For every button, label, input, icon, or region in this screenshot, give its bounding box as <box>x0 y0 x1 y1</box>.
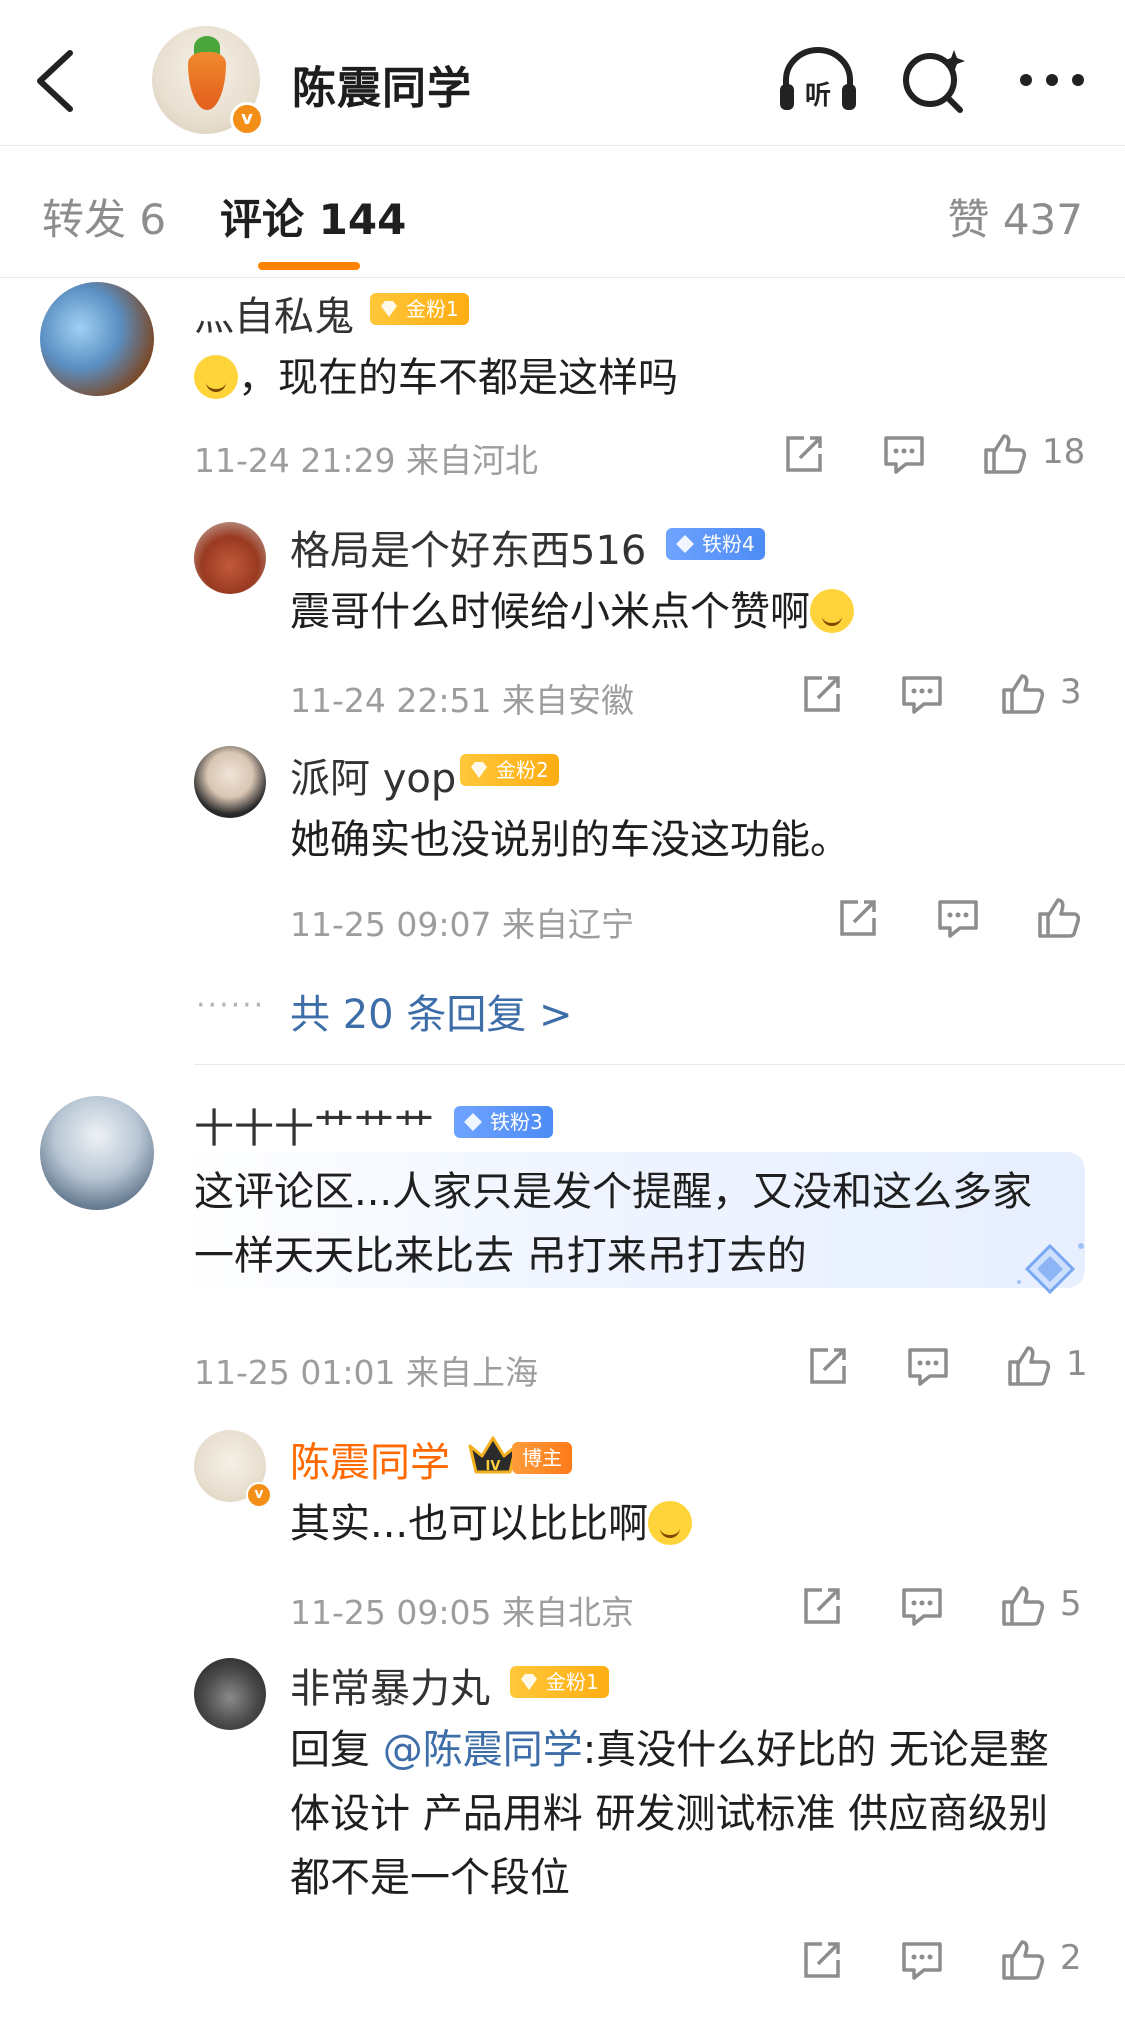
like-icon[interactable] <box>998 1936 1046 1984</box>
comment-meta: 11-25 01:01 来自上海 <box>194 1353 538 1392</box>
reply-icon[interactable] <box>934 894 982 942</box>
tab-comments[interactable]: 评论 144 <box>220 186 406 247</box>
page-title[interactable]: 陈震同学 <box>292 52 472 116</box>
reply-actions <box>834 894 1082 942</box>
reply-icon[interactable] <box>898 1936 946 1984</box>
repost-icon[interactable] <box>798 1582 846 1630</box>
fan-badge[interactable]: 铁粉3 <box>454 1106 553 1138</box>
fan-badge[interactable]: 金粉1 <box>370 293 469 325</box>
back-icon[interactable] <box>28 45 84 117</box>
top-bar: v 陈震同学 听 <box>0 0 1125 146</box>
reply-author-name[interactable]: 非常暴力丸 <box>290 1656 490 1714</box>
avatar[interactable] <box>40 1096 154 1210</box>
fan-badge-label: 铁粉3 <box>490 1110 543 1134</box>
like-count: 3 <box>1060 672 1082 712</box>
fan-badge[interactable]: 金粉2 <box>460 754 559 786</box>
tab-repost[interactable]: 转发 6 <box>42 186 166 247</box>
comment-actions: 1 <box>804 1342 1100 1390</box>
crown-gem-icon <box>471 762 487 778</box>
fan-badge[interactable]: 铁粉4 <box>666 528 765 560</box>
reply-text: 其实...也可以比比啊 <box>290 1492 693 1556</box>
active-tab-indicator <box>258 262 360 270</box>
comment-actions: 18 <box>780 430 1100 478</box>
rank-label: IV <box>486 1459 501 1474</box>
reply-actions: 2 <box>798 1936 1100 1984</box>
repost-icon[interactable] <box>804 1342 852 1390</box>
avatar[interactable]: v <box>194 1430 272 1508</box>
reply-author-name[interactable]: 派阿 yop <box>290 746 456 804</box>
avatar[interactable] <box>194 1658 266 1730</box>
comment-meta: 11-24 21:29 来自河北 <box>194 441 538 480</box>
reply-text: 她确实也没说别的车没这功能。 <box>290 817 850 863</box>
author-avatar[interactable]: v <box>152 26 264 136</box>
fan-badge-label: 金粉2 <box>496 758 549 782</box>
laugh-cry-emoji-icon <box>810 589 854 633</box>
reply-icon[interactable] <box>880 430 928 478</box>
fan-badge-label: 金粉1 <box>546 1670 599 1694</box>
listen-icon[interactable]: 听 <box>776 44 860 116</box>
mention-link[interactable]: @陈震同学 <box>383 1727 583 1773</box>
reply-actions: 3 <box>798 670 1100 718</box>
reply-author-name[interactable]: 陈震同学 <box>290 1430 450 1488</box>
commenter-name[interactable]: 十十十艹艹艹 <box>194 1096 434 1154</box>
commenter-name[interactable]: 灬自私鬼 <box>194 284 354 342</box>
grin-emoji-icon <box>648 1501 693 1545</box>
like-icon[interactable] <box>998 670 1046 718</box>
more-icon[interactable] <box>1010 44 1094 116</box>
search-icon[interactable] <box>894 44 978 116</box>
tab-likes[interactable]: 赞 437 <box>947 186 1083 247</box>
avatar[interactable] <box>194 746 266 818</box>
reply-icon[interactable] <box>898 670 946 718</box>
like-icon[interactable] <box>980 430 1028 478</box>
sweat-smile-emoji-icon <box>194 355 238 399</box>
fan-badge[interactable]: 金粉1 <box>510 1666 609 1698</box>
reply-icon[interactable] <box>904 1342 952 1390</box>
tab-bar: 转发 6 评论 144 赞 437 <box>0 146 1125 278</box>
like-count: 5 <box>1060 1584 1082 1624</box>
verified-badge: v <box>230 102 264 136</box>
blogger-badge: 博主 <box>512 1442 572 1474</box>
reply-meta: 11-25 09:05 来自北京 <box>290 1593 634 1632</box>
reply-text: 震哥什么时候给小米点个赞啊 <box>290 580 854 644</box>
crown-gem-icon <box>381 301 397 317</box>
diamond-icon <box>676 535 694 553</box>
like-count: 1 <box>1066 1344 1088 1384</box>
diamond-icon <box>464 1113 482 1131</box>
view-more-replies-link[interactable]: 共 20 条回复 > <box>290 982 573 1040</box>
like-icon[interactable] <box>1004 1342 1052 1390</box>
like-icon[interactable] <box>1034 894 1082 942</box>
like-icon[interactable] <box>998 1582 1046 1630</box>
repost-icon[interactable] <box>834 894 882 942</box>
comment-text: 这评论区...人家只是发个提醒，又没和这么多家 一样天天比来比去 吊打来吊打去的 <box>194 1169 1033 1279</box>
reply-meta: 11-25 09:07 来自辽宁 <box>290 905 634 944</box>
fan-badge-label: 金粉1 <box>406 297 459 321</box>
reply-author-name[interactable]: 格局是个好东西516 <box>290 518 646 576</box>
divider <box>194 1064 1125 1065</box>
crown-gem-icon <box>521 1674 537 1690</box>
avatar[interactable] <box>40 282 154 396</box>
repost-icon[interactable] <box>780 430 828 478</box>
reply-icon[interactable] <box>898 1582 946 1630</box>
reply-text: 回复 @陈震同学:真没什么好比的 无论是整 体设计 产品用料 研发测试标准 供应… <box>290 1727 1049 1901</box>
reply-actions: 5 <box>798 1582 1100 1630</box>
svg-text:听: 听 <box>805 81 831 111</box>
repost-icon[interactable] <box>798 670 846 718</box>
thread-dots: ······ <box>196 988 266 1023</box>
like-count: 2 <box>1060 1938 1082 1978</box>
fan-badge-label: 铁粉4 <box>702 532 755 556</box>
verified-badge: v <box>246 1482 272 1508</box>
comment-text: ，现在的车不都是这样吗 <box>194 346 678 410</box>
repost-icon[interactable] <box>798 1936 846 1984</box>
like-count: 18 <box>1042 432 1086 472</box>
reply-meta: 11-24 22:51 来自安徽 <box>290 681 634 720</box>
avatar[interactable] <box>194 522 266 594</box>
